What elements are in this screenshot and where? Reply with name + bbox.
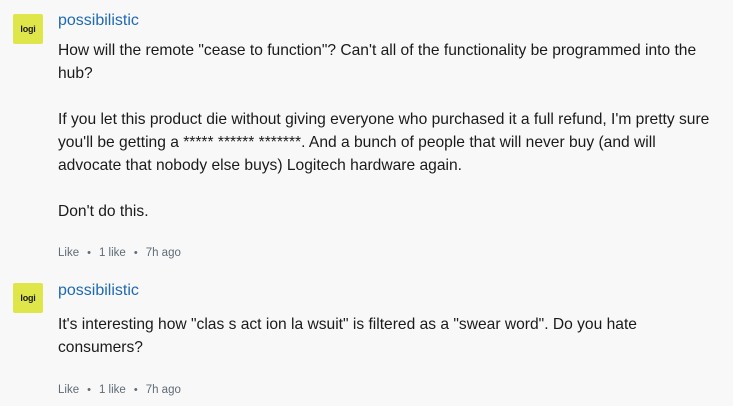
author-link[interactable]: possibilistic — [58, 282, 139, 300]
timestamp[interactable]: 7h ago — [146, 384, 181, 396]
separator-dot: • — [133, 247, 138, 259]
separator-dot: • — [87, 384, 91, 396]
comment-body: It's interesting how "clas s act ion la … — [58, 313, 723, 359]
avatar-text: logi — [20, 24, 36, 34]
logi-avatar-icon[interactable]: logi — [13, 283, 43, 313]
comment-meta: Like • 1 like • 7h ago — [58, 247, 181, 259]
timestamp[interactable]: 7h ago — [146, 247, 181, 259]
avatar-text: logi — [20, 293, 36, 303]
logi-avatar-icon[interactable]: logi — [13, 14, 43, 44]
comment-body: How will the remote "cease to function"?… — [58, 39, 723, 223]
author-link[interactable]: possibilistic — [58, 12, 139, 30]
like-button[interactable]: Like — [58, 384, 79, 396]
comment-paragraph: If you let this product die without givi… — [58, 111, 710, 174]
comment-paragraph: Don't do this. — [58, 203, 149, 220]
like-count[interactable]: 1 like — [99, 384, 126, 396]
comment-meta: Like • 1 like • 7h ago — [58, 384, 181, 396]
like-count[interactable]: 1 like — [99, 247, 126, 259]
comment-paragraph: It's interesting how "clas s act ion la … — [58, 316, 637, 356]
separator-dot: • — [133, 384, 138, 396]
like-button[interactable]: Like — [58, 247, 79, 259]
comment-paragraph: How will the remote "cease to function"?… — [58, 42, 697, 82]
separator-dot: • — [87, 247, 91, 259]
